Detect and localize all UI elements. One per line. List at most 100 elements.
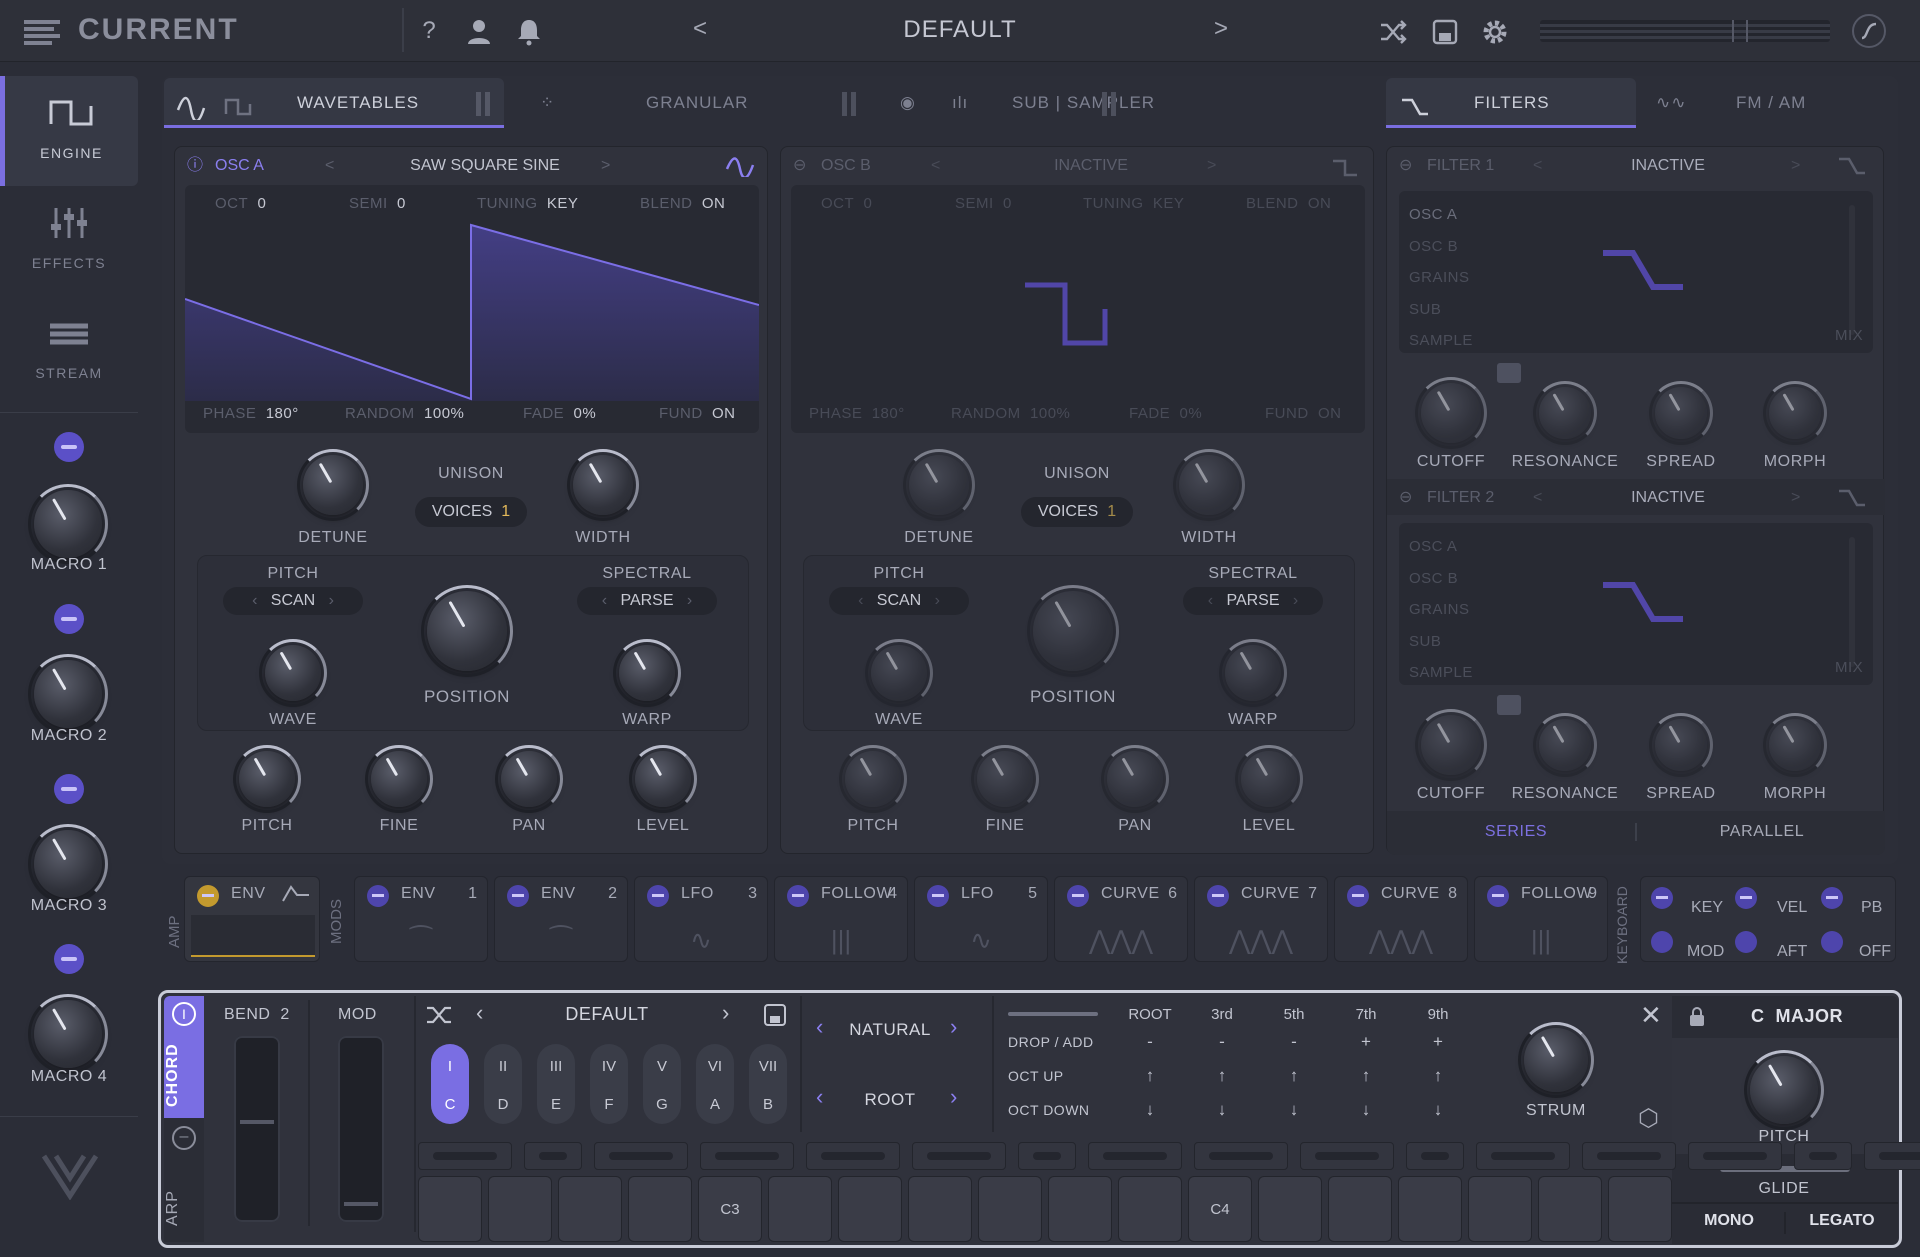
mod-slot-6[interactable]: CURVE 6 ⋀⋀⋀: [1054, 876, 1188, 962]
fine-knob[interactable]: [365, 745, 433, 813]
source-osc-b[interactable]: OSC B: [1409, 231, 1473, 263]
black-key-row[interactable]: [594, 1142, 688, 1170]
wave-knob[interactable]: [865, 639, 933, 707]
next-filter-button[interactable]: >: [1791, 151, 1800, 181]
strum-knob[interactable]: [1518, 1022, 1594, 1098]
chord-shuffle-icon[interactable]: [424, 1002, 454, 1028]
macro-2-knob[interactable]: [28, 654, 108, 734]
interval-toggle[interactable]: ↑: [1264, 1066, 1324, 1086]
next-preset-button[interactable]: >: [1206, 14, 1236, 44]
tuning-value[interactable]: KEY: [1153, 195, 1185, 212]
black-key-row[interactable]: [806, 1142, 900, 1170]
semi-value[interactable]: 0: [1003, 195, 1012, 212]
mod-slot-5[interactable]: LFO 5 ∿: [914, 876, 1048, 962]
blend-value[interactable]: ON: [1308, 195, 1332, 212]
osc-b-display[interactable]: OCT 0 SEMI 0 TUNING KEY BLEND ON PHASE 1…: [791, 185, 1365, 433]
pitch-knob[interactable]: [233, 745, 301, 813]
scale-mode[interactable]: NATURAL: [840, 1020, 940, 1040]
resonance-knob[interactable]: [1533, 381, 1597, 445]
wave-knob[interactable]: [259, 639, 327, 707]
fade-value[interactable]: 0%: [574, 405, 597, 422]
fund-value[interactable]: ON: [712, 405, 736, 422]
chord-preset-name[interactable]: DEFAULT: [512, 1004, 702, 1025]
key-source[interactable]: KEY: [1691, 899, 1723, 917]
chord-power-icon[interactable]: I: [172, 1002, 196, 1026]
piano-key[interactable]: [558, 1176, 622, 1242]
chord-tab[interactable]: I CHORD: [164, 996, 204, 1118]
width-knob[interactable]: [1173, 449, 1245, 521]
warp-knob[interactable]: [613, 639, 681, 707]
random-value[interactable]: 100%: [424, 405, 464, 422]
bend-range[interactable]: BEND 2: [224, 1006, 290, 1024]
fade-value[interactable]: 0%: [1180, 405, 1203, 422]
source-grains[interactable]: GRAINS: [1409, 594, 1473, 626]
mod-wheel[interactable]: [338, 1036, 384, 1222]
power-toggle-icon[interactable]: [842, 92, 856, 116]
degree-button-i[interactable]: IC: [431, 1044, 469, 1124]
parallel-button[interactable]: PARALLEL: [1677, 823, 1847, 841]
mod-source[interactable]: MOD: [1687, 943, 1724, 961]
piano-key[interactable]: [1118, 1176, 1182, 1242]
morph-knob[interactable]: [1763, 713, 1827, 777]
fund-value[interactable]: ON: [1318, 405, 1342, 422]
nav-effects[interactable]: EFFECTS: [0, 186, 138, 296]
user-icon[interactable]: [464, 16, 494, 46]
interval-toggle[interactable]: ↑: [1336, 1066, 1396, 1086]
black-key-row[interactable]: [1582, 1142, 1676, 1170]
black-key-row[interactable]: [1794, 1142, 1852, 1170]
filter-1-power-icon[interactable]: ⊖: [1399, 151, 1412, 181]
mod-slot-9[interactable]: FOLLOW 9 |||: [1474, 876, 1608, 962]
black-key-row[interactable]: [1688, 1142, 1782, 1170]
pb-source[interactable]: PB: [1861, 899, 1882, 917]
gear-icon[interactable]: [1480, 17, 1510, 47]
interval-toggle[interactable]: -: [1192, 1032, 1252, 1052]
prev-scale-mode-button[interactable]: ‹: [816, 1014, 823, 1040]
preset-name[interactable]: DEFAULT: [870, 16, 1050, 44]
prev-filter-button[interactable]: <: [1533, 483, 1542, 513]
arp-tab[interactable]: – ARP: [164, 1118, 204, 1242]
nav-stream[interactable]: STREAM: [0, 296, 138, 406]
interval-toggle[interactable]: ↓: [1264, 1100, 1324, 1120]
filter-1-type[interactable]: INACTIVE: [1563, 151, 1773, 181]
tab-fm-am[interactable]: ∿∿ FM / AM: [1652, 78, 1892, 128]
degree-button-vi[interactable]: VI A: [696, 1044, 734, 1124]
wavetable-name[interactable]: INACTIVE: [971, 151, 1211, 181]
prev-voicing-button[interactable]: ‹: [816, 1084, 823, 1110]
piano-key[interactable]: [628, 1176, 692, 1242]
filter-2-display[interactable]: OSC A OSC B GRAINS SUB SAMPLE MIX: [1399, 523, 1873, 685]
legato-button[interactable]: LEGATO: [1794, 1212, 1890, 1230]
width-knob[interactable]: [567, 449, 639, 521]
source-sub[interactable]: SUB: [1409, 626, 1473, 658]
aft-source[interactable]: AFT: [1777, 943, 1807, 961]
arp-power-icon[interactable]: –: [172, 1126, 196, 1150]
piano-key[interactable]: [908, 1176, 972, 1242]
tab-wavetables[interactable]: WAVETABLES: [164, 78, 504, 128]
mod-slot-1[interactable]: ENV 1 ⁀: [354, 876, 488, 962]
pb-link-dot[interactable]: [1821, 887, 1843, 909]
black-key-row[interactable]: [1300, 1142, 1394, 1170]
keytrack-icon[interactable]: [1497, 363, 1521, 383]
curve-icon[interactable]: [1852, 14, 1886, 48]
next-chord-preset-button[interactable]: ›: [722, 1000, 729, 1026]
black-key-row[interactable]: [418, 1142, 512, 1170]
black-key-row[interactable]: [700, 1142, 794, 1170]
oct-value[interactable]: 0: [864, 195, 873, 212]
save-icon[interactable]: [1430, 17, 1460, 47]
degree-button-iii[interactable]: III E: [537, 1044, 575, 1124]
interval-toggle[interactable]: ↓: [1408, 1100, 1468, 1120]
macro-4-knob[interactable]: [28, 994, 108, 1074]
mod-slot-3[interactable]: LFO 3 ∿: [634, 876, 768, 962]
piano-key[interactable]: [838, 1176, 902, 1242]
voicing-mode[interactable]: ROOT: [840, 1090, 940, 1110]
piano-key[interactable]: [488, 1176, 552, 1242]
detune-knob[interactable]: [903, 449, 975, 521]
interval-toggle[interactable]: -: [1120, 1032, 1180, 1052]
tab-filters[interactable]: FILTERS: [1386, 78, 1636, 128]
mod-slot-8[interactable]: CURVE 8 ⋀⋀⋀: [1334, 876, 1468, 962]
cutoff-knob[interactable]: [1415, 377, 1487, 449]
cutoff-knob[interactable]: [1415, 709, 1487, 781]
mod-slot-7[interactable]: CURVE 7 ⋀⋀⋀: [1194, 876, 1328, 962]
series-button[interactable]: SERIES: [1431, 823, 1601, 841]
amp-env-slot[interactable]: ENV: [184, 876, 320, 962]
wavetable-name[interactable]: SAW SQUARE SINE: [365, 151, 605, 181]
